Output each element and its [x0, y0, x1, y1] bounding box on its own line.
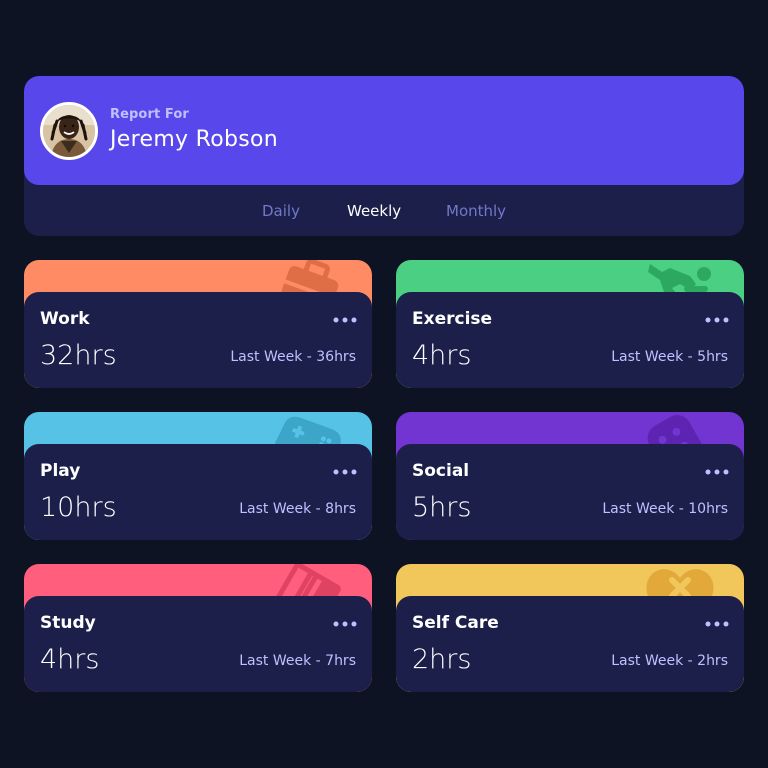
activity-card-body: Study 4hrs Last Week - 7hrs [24, 596, 372, 692]
avatar [40, 102, 98, 160]
previous-hours: Last Week - 2hrs [611, 653, 728, 669]
activity-title: Exercise [412, 309, 493, 329]
activity-card-body: Work 32hrs Last Week - 36hrs [24, 292, 372, 388]
activity-card-body: Self Care 2hrs Last Week - 2hrs [396, 596, 744, 692]
time-tracking-dashboard: Report For Jeremy Robson Daily Weekly Mo… [0, 0, 768, 768]
activity-card-play: Play 10hrs Last Week - 8hrs [24, 412, 372, 540]
current-hours: 32hrs [40, 340, 117, 371]
activity-title: Work [40, 309, 90, 329]
profile-header: Report For Jeremy Robson [24, 76, 744, 185]
activity-title: Social [412, 461, 470, 481]
ellipsis-menu-icon[interactable] [704, 462, 730, 482]
current-hours: 10hrs [40, 492, 117, 523]
current-hours: 5hrs [412, 492, 472, 523]
profile-card: Report For Jeremy Robson Daily Weekly Mo… [24, 76, 744, 236]
previous-hours: Last Week - 5hrs [611, 349, 728, 365]
tab-monthly[interactable]: Monthly [446, 202, 506, 220]
current-hours: 4hrs [40, 644, 100, 675]
ellipsis-menu-icon[interactable] [332, 462, 358, 482]
activity-card-social: Social 5hrs Last Week - 10hrs [396, 412, 744, 540]
activity-card-study: Study 4hrs Last Week - 7hrs [24, 564, 372, 692]
previous-hours: Last Week - 36hrs [230, 349, 356, 365]
ellipsis-menu-icon[interactable] [704, 614, 730, 634]
previous-hours: Last Week - 10hrs [602, 501, 728, 517]
avatar-photo-icon [43, 105, 95, 157]
activity-title: Study [40, 613, 96, 633]
current-hours: 2hrs [412, 644, 472, 675]
user-name: Jeremy Robson [110, 127, 279, 152]
activity-card-exercise: Exercise 4hrs Last Week - 5hrs [396, 260, 744, 388]
previous-hours: Last Week - 8hrs [239, 501, 356, 517]
activity-card-work: Work 32hrs Last Week - 36hrs [24, 260, 372, 388]
ellipsis-menu-icon[interactable] [332, 310, 358, 330]
previous-hours: Last Week - 7hrs [239, 653, 356, 669]
current-hours: 4hrs [412, 340, 472, 371]
activity-card-body: Play 10hrs Last Week - 8hrs [24, 444, 372, 540]
activity-card-body: Social 5hrs Last Week - 10hrs [396, 444, 744, 540]
report-for-label: Report For [110, 107, 189, 122]
timeframe-tabs: Daily Weekly Monthly [24, 185, 744, 236]
tab-weekly[interactable]: Weekly [347, 202, 401, 220]
ellipsis-menu-icon[interactable] [704, 310, 730, 330]
activity-title: Play [40, 461, 81, 481]
ellipsis-menu-icon[interactable] [332, 614, 358, 634]
activity-card-self-care: Self Care 2hrs Last Week - 2hrs [396, 564, 744, 692]
activity-title: Self Care [412, 613, 499, 633]
tab-daily[interactable]: Daily [262, 202, 300, 220]
activity-card-body: Exercise 4hrs Last Week - 5hrs [396, 292, 744, 388]
